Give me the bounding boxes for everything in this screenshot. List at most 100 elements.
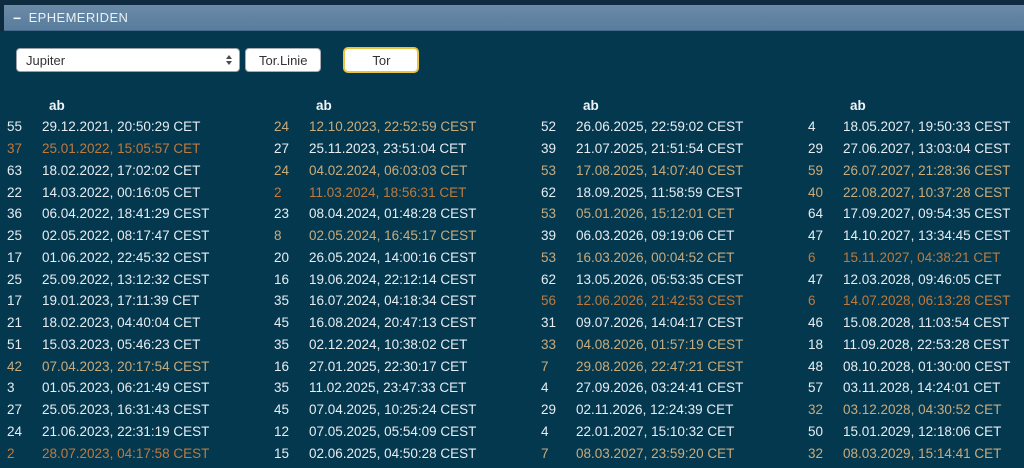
row-datetime: 04.08.2026, 01:57:19 CEST [576, 337, 743, 352]
table-row: 4615.08.2028, 11:03:54 CEST [801, 312, 1024, 334]
row-datetime: 12.06.2026, 21:42:53 CEST [576, 293, 743, 308]
row-number: 2 [267, 185, 309, 200]
row-number: 20 [267, 250, 309, 265]
table-row: 4207.04.2023, 20:17:54 CEST [0, 355, 267, 377]
table-row: 708.03.2027, 23:59:20 CET [534, 442, 801, 464]
table-row: 5316.03.2026, 00:04:52 CET [534, 247, 801, 269]
row-number: 55 [0, 119, 42, 134]
row-datetime: 21.07.2025, 21:51:54 CEST [576, 141, 743, 156]
column-header-ab: ab [316, 98, 332, 113]
table-row: 4022.08.2027, 10:37:28 CEST [801, 181, 1024, 203]
row-number: 29 [534, 402, 576, 417]
row-number: 24 [0, 424, 42, 439]
row-datetime: 02.05.2024, 16:45:17 CEST [309, 228, 476, 243]
table-row: 1811.09.2028, 22:53:28 CEST [801, 334, 1024, 356]
row-datetime: 25.05.2023, 16:31:43 CEST [42, 402, 209, 417]
row-number: 7 [534, 359, 576, 374]
table-row: 3921.07.2025, 21:51:54 CEST [534, 138, 801, 160]
table-row: 2525.09.2022, 13:12:32 CEST [0, 268, 267, 290]
row-number: 45 [267, 315, 309, 330]
row-number: 16 [267, 272, 309, 287]
row-datetime: 15.11.2027, 04:38:21 CET [843, 250, 1000, 265]
table-row: 2502.05.2022, 08:17:47 CEST [0, 225, 267, 247]
table-row: 5529.12.2021, 20:50:29 CET [0, 116, 267, 138]
row-datetime: 07.04.2025, 10:25:24 CEST [309, 402, 476, 417]
table-row: 2214.03.2022, 00:16:05 CET [0, 181, 267, 203]
row-number: 29 [801, 141, 843, 156]
row-datetime: 02.05.2022, 08:17:47 CEST [42, 228, 209, 243]
select-updown-arrows-icon [226, 55, 232, 66]
ephemeris-column: ab2412.10.2023, 22:52:59 CEST2725.11.202… [267, 95, 534, 468]
row-number: 24 [267, 163, 309, 178]
table-row: 1502.06.2025, 04:50:28 CEST [267, 442, 534, 464]
row-number: 37 [0, 141, 42, 156]
row-datetime: 16.07.2024, 04:18:34 CEST [309, 293, 476, 308]
planet-select-value: Jupiter [26, 53, 65, 68]
row-datetime: 04.02.2024, 06:03:03 CET [309, 163, 467, 178]
row-datetime: 17.08.2025, 14:07:40 CEST [576, 163, 743, 178]
row-datetime: 02.12.2024, 10:38:02 CET [309, 337, 467, 352]
row-number: 24 [267, 119, 309, 134]
row-datetime: 07.04.2023, 20:17:54 CEST [42, 359, 209, 374]
table-row: 3208.03.2029, 15:14:41 CET [801, 442, 1024, 464]
row-datetime: 08.03.2027, 23:59:20 CET [576, 446, 734, 461]
row-datetime: 29.12.2021, 20:50:29 CET [42, 119, 200, 134]
row-number: 35 [267, 293, 309, 308]
table-row: 2118.02.2023, 04:40:04 CET [0, 312, 267, 334]
table-row: 1619.06.2024, 22:12:14 CEST [267, 268, 534, 290]
row-datetime: 14.07.2028, 06:13:28 CEST [843, 293, 1010, 308]
row-number: 17 [0, 293, 42, 308]
row-datetime: 12.10.2023, 22:52:59 CEST [309, 119, 476, 134]
planet-select[interactable]: Jupiter [16, 48, 240, 72]
table-row: 2725.05.2023, 16:31:43 CEST [0, 399, 267, 421]
table-row: 228.07.2023, 04:17:58 CEST [0, 442, 267, 464]
row-number: 27 [267, 141, 309, 156]
table-row: 1627.01.2025, 22:30:17 CET [267, 355, 534, 377]
collapse-minus-icon[interactable]: − [13, 11, 22, 25]
row-datetime: 25.11.2023, 23:51:04 CET [309, 141, 466, 156]
row-number: 21 [0, 315, 42, 330]
row-datetime: 07.05.2025, 05:54:09 CEST [309, 424, 476, 439]
row-number: 50 [801, 424, 843, 439]
table-row: 211.03.2024, 18:56:31 CET [267, 181, 534, 203]
row-datetime: 22.08.2027, 10:37:28 CEST [843, 185, 1010, 200]
panel-header-bar[interactable]: − EPHEMERIDEN [4, 5, 1024, 31]
table-row: 729.08.2026, 22:47:21 CEST [534, 355, 801, 377]
row-number: 42 [0, 359, 42, 374]
row-datetime: 25.01.2022, 15:05:57 CET [42, 141, 200, 156]
row-number: 62 [534, 272, 576, 287]
tor-linie-button[interactable]: Tor.Linie [245, 48, 321, 72]
row-datetime: 13.05.2026, 05:53:35 CEST [576, 272, 743, 287]
table-row: 1719.01.2023, 17:11:39 CET [0, 290, 267, 312]
tor-button[interactable]: Tor [343, 47, 419, 73]
row-number: 25 [0, 228, 42, 243]
column-header-ab: ab [583, 98, 599, 113]
table-row: 3502.12.2024, 10:38:02 CET [267, 334, 534, 356]
row-datetime: 08.03.2029, 15:14:41 CET [843, 446, 1001, 461]
row-number: 6 [801, 293, 843, 308]
controls-bar: Jupiter Tor.Linie Tor [16, 47, 419, 73]
row-datetime: 18.02.2022, 17:02:02 CET [42, 163, 200, 178]
table-row: 6213.05.2026, 05:53:35 CEST [534, 268, 801, 290]
table-row: 3606.04.2022, 18:41:29 CEST [0, 203, 267, 225]
table-row: 3725.01.2022, 15:05:57 CET [0, 138, 267, 160]
table-row: 2421.06.2023, 22:31:19 CEST [0, 421, 267, 443]
row-datetime: 15.08.2028, 11:03:54 CEST [843, 315, 1009, 330]
row-datetime: 08.10.2028, 01:30:00 CEST [843, 359, 1010, 374]
row-datetime: 29.08.2026, 22:47:21 CEST [576, 359, 743, 374]
row-number: 62 [534, 185, 576, 200]
table-row: 1701.06.2022, 22:45:32 CEST [0, 247, 267, 269]
row-number: 6 [801, 250, 843, 265]
table-row: 3203.12.2028, 04:30:52 CET [801, 399, 1024, 421]
row-datetime: 26.05.2024, 14:00:16 CEST [309, 250, 476, 265]
row-datetime: 18.09.2025, 11:58:59 CEST [576, 185, 742, 200]
table-row: 4808.10.2028, 01:30:00 CEST [801, 355, 1024, 377]
table-row: 4516.08.2024, 20:47:13 CEST [267, 312, 534, 334]
table-row: 3906.03.2026, 09:19:06 CET [534, 225, 801, 247]
table-row: 802.05.2024, 16:45:17 CEST [267, 225, 534, 247]
row-number: 12 [267, 424, 309, 439]
row-datetime: 22.01.2027, 15:10:32 CET [576, 424, 734, 439]
row-number: 35 [267, 380, 309, 395]
row-number: 53 [534, 163, 576, 178]
row-datetime: 01.06.2022, 22:45:32 CEST [42, 250, 209, 265]
